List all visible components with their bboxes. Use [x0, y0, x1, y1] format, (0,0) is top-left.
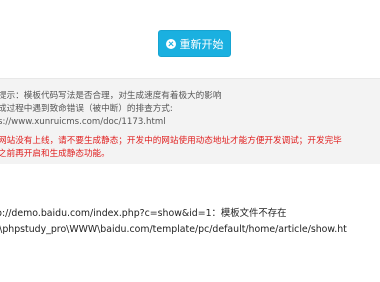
result-panel: p://demo.baidu.com/index.php?c=show&id=1… — [0, 164, 380, 282]
tip-line-warning: 网站没有上线，请不要生成静态；开发中的网站使用动态地址才能方便开发调试；开发完毕 — [0, 136, 342, 146]
tip-line-troubleshoot: 成过程中遇到致命错误（被中断）的排查方式: — [0, 104, 173, 114]
tip-line-performance: 提示：模板代码写法是否合理，对生成速度有着极大的影响 — [0, 91, 222, 101]
tip-line-doc-link[interactable]: s://www.xunruicms.com/doc/1173.html — [0, 116, 166, 128]
toolbar-area: 重新开始 — [0, 0, 380, 80]
result-url-line: p://demo.baidu.com/index.php?c=show&id=1… — [0, 208, 287, 219]
close-circle-icon — [165, 38, 176, 49]
result-path-line: :\phpstudy_pro\WWW\baidu.com/template/pc… — [0, 224, 347, 235]
restart-button-label: 重新开始 — [179, 37, 224, 51]
restart-button[interactable]: 重新开始 — [158, 30, 231, 57]
tip-line-warning-cont: 之前再开启和生成静态功能。 — [0, 149, 110, 159]
tips-panel: 提示：模板代码写法是否合理，对生成速度有着极大的影响 成过程中遇到致命错误（被中… — [0, 78, 380, 166]
